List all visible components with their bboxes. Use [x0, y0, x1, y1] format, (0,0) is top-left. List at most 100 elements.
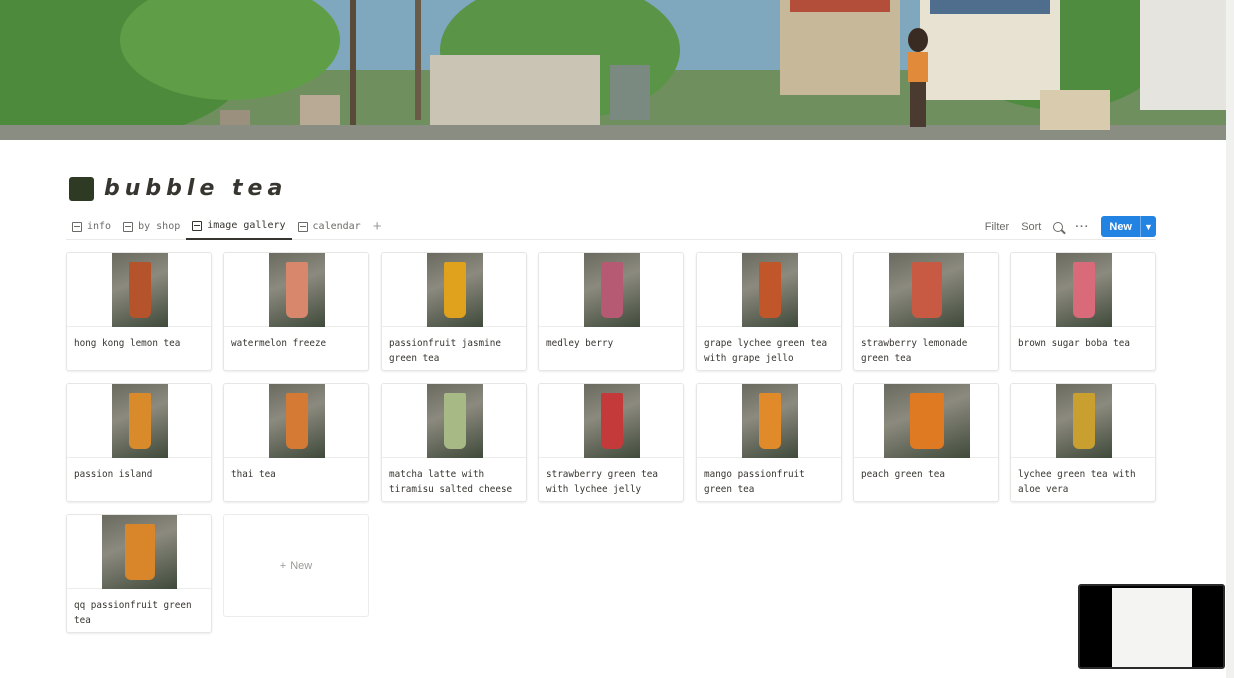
video-thumbnail[interactable]: [1078, 584, 1225, 669]
card-cover: [854, 253, 998, 327]
drink-photo: [584, 384, 640, 458]
card-title: passion island: [74, 469, 153, 480]
tab-label: info: [87, 221, 112, 232]
tab-image-gallery[interactable]: image gallery: [186, 214, 292, 240]
card-title: matcha latte with tiramisu salted cheese: [389, 469, 513, 495]
card-title: medley berry: [546, 338, 614, 349]
drink-photo: [1056, 384, 1112, 458]
card-cover: [697, 384, 841, 458]
drink-cup: [1072, 392, 1096, 450]
drink-photo: [269, 384, 325, 458]
card-cover: [67, 384, 211, 458]
card-title: passionfruit jasmine green tea: [389, 338, 501, 364]
sort-button[interactable]: Sort: [1021, 221, 1041, 233]
drink-cup: [600, 392, 624, 450]
drink-photo: [112, 384, 168, 458]
card-title: strawberry lemonade green tea: [861, 338, 968, 364]
card-title: watermelon freeze: [231, 338, 327, 349]
gallery-card[interactable]: matcha latte with tiramisu salted cheese: [381, 383, 527, 502]
drink-cup: [758, 392, 782, 450]
drink-photo: [584, 253, 640, 327]
drink-cup: [128, 261, 152, 319]
drink-cup: [600, 261, 624, 319]
card-cover: [67, 515, 211, 589]
gallery-card[interactable]: medley berry: [538, 252, 684, 371]
filter-button[interactable]: Filter: [985, 221, 1009, 233]
video-frame: [1112, 588, 1192, 667]
page-cover: [0, 0, 1226, 140]
gallery-card[interactable]: hong kong lemon tea: [66, 252, 212, 371]
page-icon[interactable]: [69, 176, 94, 201]
gallery-card[interactable]: qq passionfruit green tea: [66, 514, 212, 633]
gallery-card[interactable]: mango passionfruit green tea: [696, 383, 842, 502]
card-title: thai tea: [231, 469, 276, 480]
search-icon[interactable]: [1053, 221, 1064, 232]
card-title: grape lychee green tea with grape jello: [704, 338, 828, 364]
card-cover: [539, 384, 683, 458]
tab-by-shop[interactable]: by shop: [117, 214, 186, 240]
card-title: mango passionfruit green tea: [704, 469, 805, 495]
drink-photo: [1056, 253, 1112, 327]
calendar-icon: [297, 221, 308, 232]
card-cover: [697, 253, 841, 327]
more-options-icon[interactable]: ···: [1075, 221, 1089, 233]
drink-photo: [112, 253, 168, 327]
drink-cup: [911, 261, 942, 319]
card-cover: [1011, 384, 1155, 458]
drink-cup: [128, 392, 152, 450]
gallery-icon: [192, 220, 203, 231]
drink-cup: [909, 392, 945, 450]
card-cover: [67, 253, 211, 327]
card-cover: [382, 384, 526, 458]
drink-cup: [285, 392, 309, 450]
gallery-card[interactable]: strawberry lemonade green tea: [853, 252, 999, 371]
new-card-label: New: [290, 559, 313, 572]
tab-info[interactable]: info: [66, 214, 117, 240]
gallery-card[interactable]: passionfruit jasmine green tea: [381, 252, 527, 371]
tab-calendar[interactable]: calendar: [292, 214, 367, 240]
card-cover: [854, 384, 998, 458]
card-title: strawberry green tea with lychee jelly: [546, 469, 658, 495]
drink-cup: [1072, 261, 1096, 319]
drink-photo: [889, 253, 964, 327]
gallery-card[interactable]: lychee green tea with aloe vera: [1010, 383, 1156, 502]
card-title: lychee green tea with aloe vera: [1018, 469, 1136, 495]
card-title: brown sugar boba tea: [1018, 338, 1130, 349]
card-title: hong kong lemon tea: [74, 338, 181, 349]
board-icon: [123, 221, 134, 232]
drink-cup: [124, 523, 155, 581]
drink-photo: [742, 253, 798, 327]
add-view-button[interactable]: +: [367, 218, 388, 235]
chevron-down-icon[interactable]: ▼: [1140, 216, 1156, 237]
tab-label: image gallery: [207, 220, 286, 231]
gallery-card[interactable]: peach green tea: [853, 383, 999, 502]
gallery-card[interactable]: thai tea: [223, 383, 369, 502]
new-card-content: + New: [280, 560, 312, 572]
drink-photo: [742, 384, 798, 458]
card-cover: [1011, 253, 1155, 327]
page-title[interactable]: bubble tea: [104, 176, 287, 201]
gallery-card[interactable]: strawberry green tea with lychee jelly: [538, 383, 684, 502]
tab-label: by shop: [138, 221, 181, 232]
new-button-label[interactable]: New: [1101, 216, 1140, 237]
cover-image: [0, 0, 1226, 140]
new-button[interactable]: New ▼: [1101, 216, 1156, 237]
view-tabs: info by shop image gallery calendar + Fi…: [66, 214, 1156, 240]
card-cover: [224, 253, 368, 327]
gallery-card[interactable]: grape lychee green tea with grape jello: [696, 252, 842, 371]
new-card-button[interactable]: + New: [223, 514, 369, 617]
gallery-card[interactable]: watermelon freeze: [223, 252, 369, 371]
gallery-card[interactable]: brown sugar boba tea: [1010, 252, 1156, 371]
drink-photo: [269, 253, 325, 327]
drink-cup: [285, 261, 309, 319]
card-cover: [382, 253, 526, 327]
drink-photo: [427, 253, 483, 327]
view-toolbar: Filter Sort ··· New ▼: [985, 216, 1156, 237]
drink-cup: [443, 392, 467, 450]
card-title: qq passionfruit green tea: [74, 600, 192, 626]
card-cover: [224, 384, 368, 458]
scrollbar-track[interactable]: [1226, 0, 1234, 678]
drink-cup: [758, 261, 782, 319]
drink-photo: [884, 384, 970, 458]
gallery-card[interactable]: passion island: [66, 383, 212, 502]
